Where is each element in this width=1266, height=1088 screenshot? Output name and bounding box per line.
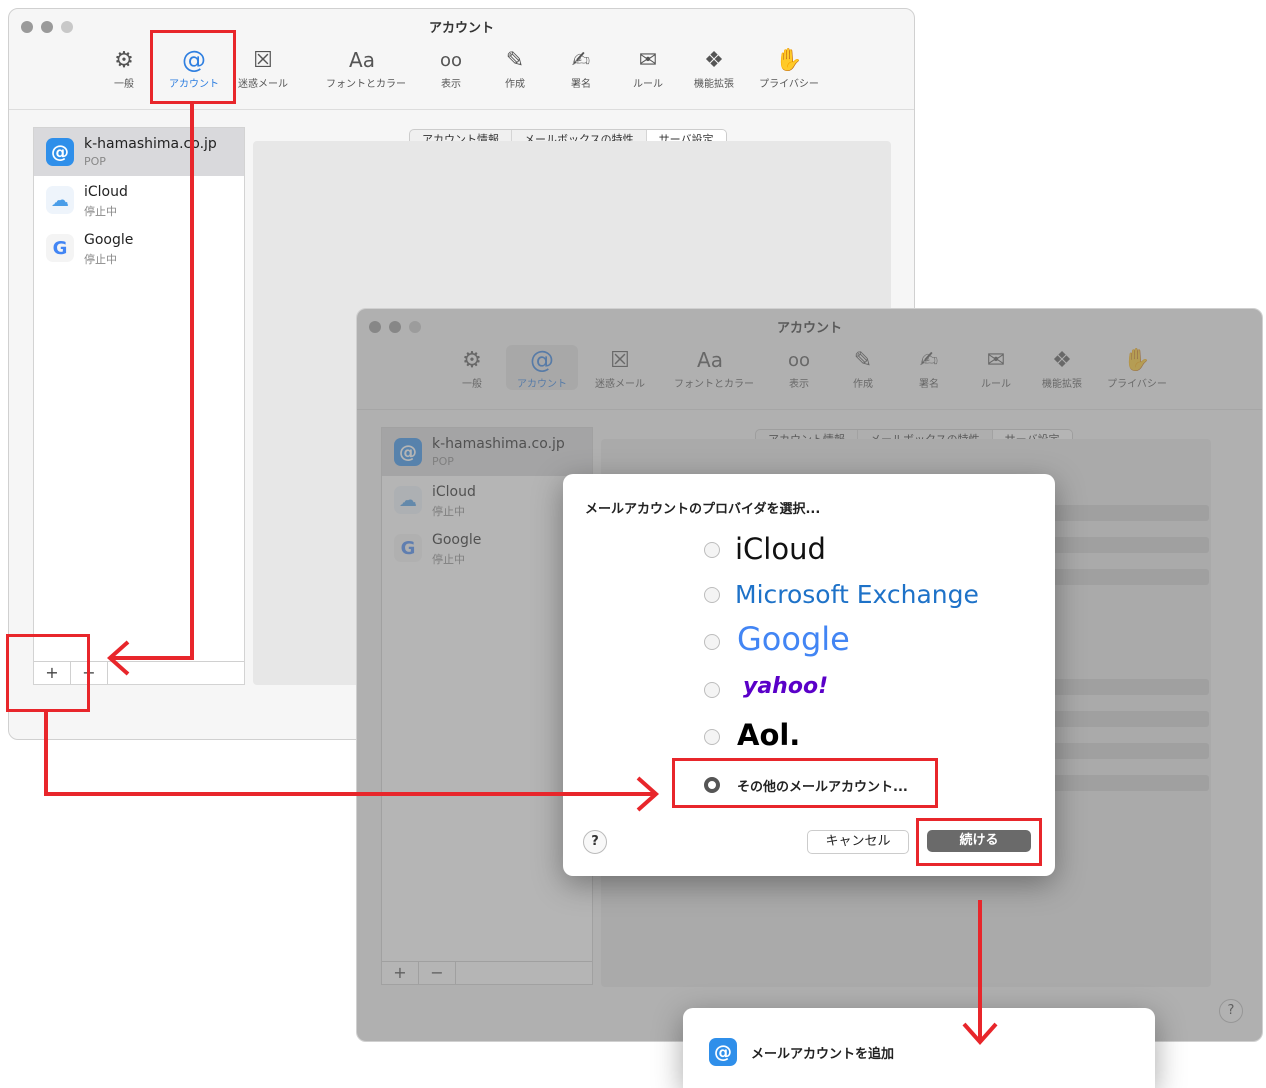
provider-icloud-label[interactable]: iCloud <box>735 532 826 566</box>
puzzle-icon: ❖ <box>704 47 724 73</box>
annotation-arrow-line <box>190 104 194 660</box>
provider-dialog: メールアカウントのプロバイダを選択... iCloud Microsoft Ex… <box>563 474 1055 876</box>
dialog-title: メールアカウントのプロバイダを選択... <box>585 502 821 517</box>
add-account-dialog: @ メールアカウントを追加 <box>683 1008 1155 1088</box>
annotation-arrowhead <box>106 640 130 676</box>
highlight-add-button <box>6 634 90 712</box>
annotation-arrowhead <box>636 776 660 812</box>
font-icon: Aa <box>349 48 375 72</box>
junk-mail-icon: ☒ <box>253 47 273 73</box>
provider-exchange-label[interactable]: Microsoft Exchange <box>735 580 979 609</box>
toolbar-extensions[interactable]: ❖ 機能拡張 <box>678 45 750 91</box>
toolbar-junk[interactable]: ☒ 迷惑メール <box>227 45 299 91</box>
annotation-arrow-line <box>44 792 654 796</box>
account-row[interactable]: @ k-hamashima.co.jp POP <box>34 128 244 176</box>
provider-yahoo-label[interactable]: yahoo! <box>743 674 828 699</box>
highlight-accounts-tab <box>150 30 236 104</box>
account-row[interactable]: G Google 停止中 <box>34 224 244 272</box>
account-row[interactable]: ☁ iCloud 停止中 <box>34 176 244 224</box>
radio-yahoo[interactable] <box>704 682 720 698</box>
toolbar-composing[interactable]: ✎ 作成 <box>479 45 551 91</box>
mail-at-icon: @ <box>709 1038 737 1066</box>
radio-aol[interactable] <box>704 729 720 745</box>
signature-icon: ✍ <box>571 47 591 73</box>
toolbar-rules[interactable]: ✉ ルール <box>612 45 684 91</box>
highlight-continue-button <box>916 818 1042 866</box>
glasses-icon: oo <box>439 49 463 71</box>
annotation-arrow-line <box>44 712 48 796</box>
toolbar-privacy[interactable]: ✋ プライバシー <box>753 45 825 91</box>
rules-icon: ✉ <box>638 47 658 73</box>
compose-icon: ✎ <box>505 47 525 73</box>
radio-exchange[interactable] <box>704 587 720 603</box>
annotation-arrowhead <box>962 1022 998 1046</box>
provider-aol-label[interactable]: Aol. <box>737 718 800 752</box>
highlight-other-account <box>672 758 938 808</box>
help-button[interactable]: ? <box>583 830 607 854</box>
add-account-title: メールアカウントを追加 <box>751 1047 895 1062</box>
cancel-button[interactable]: キャンセル <box>807 830 909 854</box>
toolbar-fonts[interactable]: Aa フォントとカラー <box>326 45 406 90</box>
toolbar-signatures[interactable]: ✍ 署名 <box>545 45 617 91</box>
icloud-icon: ☁ <box>46 186 74 214</box>
preferences-toolbar: ⚙ 一般 @ アカウント ☒ 迷惑メール Aa フォントとカラー oo 表示 ✎… <box>9 9 914 110</box>
google-icon: G <box>46 234 74 262</box>
accounts-list: @ k-hamashima.co.jp POP ☁ iCloud 停止中 G G… <box>33 127 245 685</box>
radio-google[interactable] <box>704 634 720 650</box>
toolbar-viewing[interactable]: oo 表示 <box>415 45 487 91</box>
radio-icloud[interactable] <box>704 542 720 558</box>
hand-icon: ✋ <box>775 47 803 73</box>
mail-at-icon: @ <box>46 138 74 166</box>
provider-google-label[interactable]: Google <box>737 620 850 658</box>
